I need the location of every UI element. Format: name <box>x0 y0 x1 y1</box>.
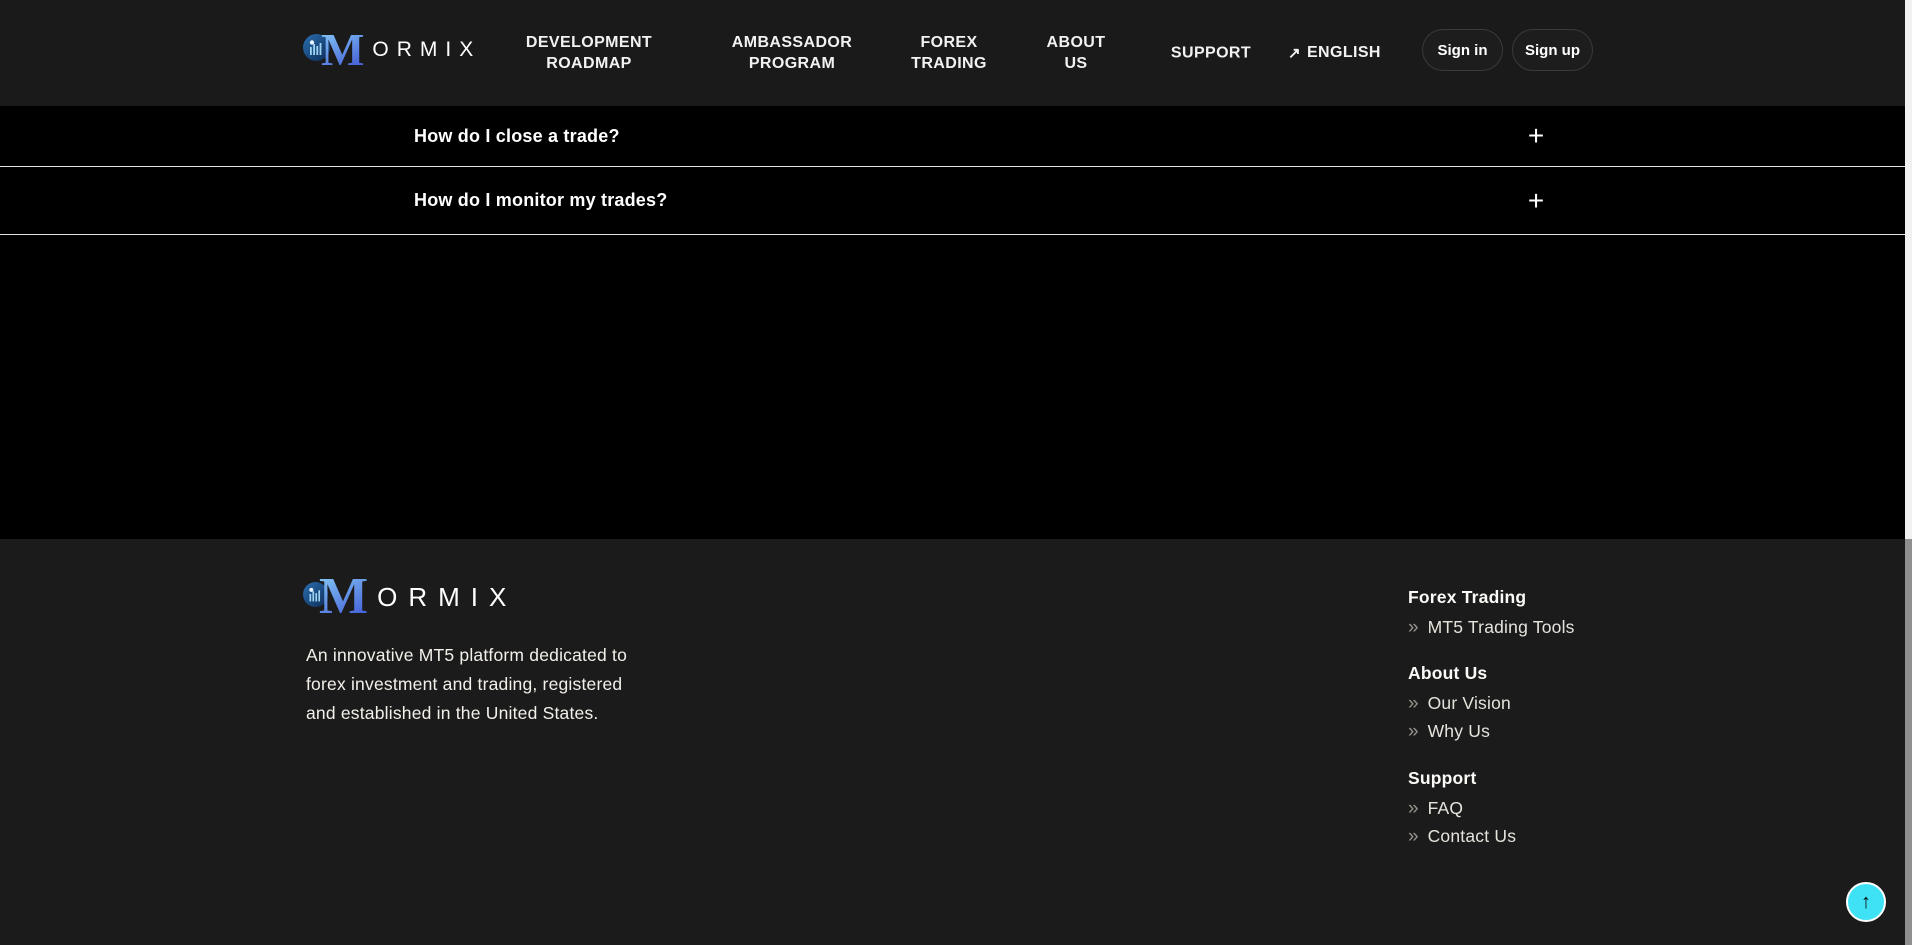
double-chevron-icon: » <box>1408 720 1419 742</box>
nav-item-development-roadmap[interactable]: DEVELOPMENT ROADMAP <box>526 32 652 74</box>
nav-item-line: ROADMAP <box>546 55 632 72</box>
footer-column-forex-trading: Forex Trading » MT5 Trading Tools <box>1408 587 1575 641</box>
nav-item-support[interactable]: SUPPORT <box>1171 43 1251 64</box>
nav-item-line: AMBASSADOR <box>731 34 853 51</box>
footer-column-heading: About Us <box>1408 663 1488 683</box>
footer-column-support: Support » FAQ » Contact Us <box>1408 768 1516 850</box>
double-chevron-icon: » <box>1408 825 1419 847</box>
scrollbar-thumb[interactable] <box>1905 539 1912 945</box>
double-chevron-icon: » <box>1408 692 1419 714</box>
footer-link-label: MT5 Trading Tools <box>1427 616 1575 637</box>
footer-brand-logo: M ORMIX <box>303 571 517 623</box>
footer-link-mt5-trading-tools[interactable]: » MT5 Trading Tools <box>1408 613 1575 641</box>
logo-letter-m: M <box>321 24 365 75</box>
footer-link-contact-us[interactable]: » Contact Us <box>1408 822 1516 850</box>
faq-accordion-item[interactable]: How do I close a trade? + <box>0 106 1905 167</box>
nav-item-line: SUPPORT <box>1170 44 1252 62</box>
language-selector[interactable]: ↗ ENGLISH <box>1288 44 1381 62</box>
logo-letter-m: M <box>319 568 369 625</box>
nav-item-line: PROGRAM <box>748 55 836 72</box>
footer-link-why-us[interactable]: » Why Us <box>1408 717 1511 745</box>
language-label: ENGLISH <box>1306 44 1381 61</box>
footer-column-heading: Forex Trading <box>1408 587 1527 607</box>
footer-column-about-us: About Us » Our Vision » Why Us <box>1408 663 1511 745</box>
arrow-up-icon: ↑ <box>1861 891 1871 913</box>
nav-item-line: DEVELOPMENT <box>525 34 653 51</box>
nav-item-forex-trading[interactable]: FOREX TRADING <box>911 32 987 74</box>
footer: M ORMIX An innovative MT5 platform dedic… <box>0 539 1905 945</box>
page: M ORMIX DEVELOPMENT ROADMAP AMBASSADOR PRO… <box>0 0 1912 945</box>
faq-question: How do I close a trade? <box>414 125 620 146</box>
faq-question: How do I monitor my trades? <box>414 190 668 210</box>
footer-link-faq[interactable]: » FAQ <box>1408 794 1516 822</box>
footer-description-line: forex investment and trading, registered <box>306 674 623 694</box>
plus-icon[interactable]: + <box>1518 186 1554 215</box>
footer-link-label: FAQ <box>1427 797 1464 818</box>
double-chevron-icon: » <box>1408 797 1419 819</box>
footer-column-heading: Support <box>1408 768 1477 788</box>
nav-item-about-us[interactable]: ABOUT US <box>1047 32 1106 74</box>
sign-up-button[interactable]: Sign up <box>1512 29 1593 71</box>
top-navbar: M ORMIX DEVELOPMENT ROADMAP AMBASSADOR PRO… <box>0 0 1905 106</box>
double-chevron-icon: » <box>1408 616 1419 638</box>
nav-item-line: TRADING <box>911 55 987 72</box>
brand-logo[interactable]: M ORMIX <box>303 27 481 73</box>
footer-description: An innovative MT5 platform dedicated to … <box>306 641 627 728</box>
footer-description-line: An innovative MT5 platform dedicated to <box>306 645 628 665</box>
faq-accordion-item[interactable]: How do I monitor my trades? + <box>0 167 1905 235</box>
nav-item-ambassador-program[interactable]: AMBASSADOR PROGRAM <box>732 32 852 74</box>
logo-wordmark: ORMIX <box>372 38 482 61</box>
nav-item-line: FOREX <box>920 34 978 51</box>
scroll-to-top-button[interactable]: ↑ <box>1846 882 1886 922</box>
footer-link-label: Why Us <box>1427 720 1491 741</box>
footer-link-our-vision[interactable]: » Our Vision <box>1408 689 1511 717</box>
nav-item-line: ABOUT <box>1046 34 1106 51</box>
footer-description-line: and established in the United States. <box>306 703 599 723</box>
footer-link-label: Contact Us <box>1427 825 1517 846</box>
nav-item-line: US <box>1064 55 1088 72</box>
logo-wordmark: ORMIX <box>377 581 518 612</box>
plus-icon[interactable]: + <box>1518 122 1554 150</box>
arrow-up-right-icon: ↗ <box>1288 45 1301 62</box>
footer-link-label: Our Vision <box>1427 692 1511 713</box>
sign-in-button[interactable]: Sign in <box>1422 29 1503 71</box>
